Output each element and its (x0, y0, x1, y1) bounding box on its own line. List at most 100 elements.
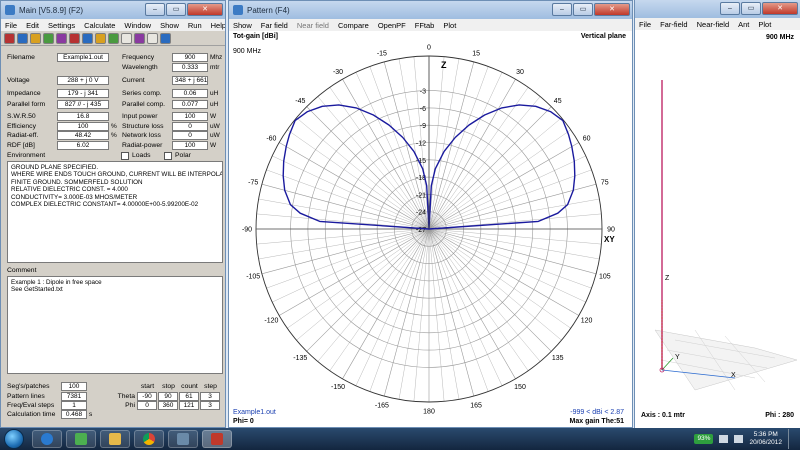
taskbar-chrome-icon[interactable] (134, 430, 164, 448)
loads-row[interactable]: Loads (121, 151, 151, 160)
sweep-icon[interactable] (82, 32, 93, 44)
main-titlebar[interactable]: Main [V5.8.9] (F2) – ▭ ✕ (1, 1, 225, 19)
field-value[interactable]: 0.06 (172, 89, 208, 98)
volume-icon[interactable] (734, 435, 744, 443)
geo-titlebar[interactable]: – ▭ ✕ (635, 0, 800, 18)
geo-menu-near-field[interactable]: Near-field (697, 20, 730, 29)
polar-checkbox[interactable] (164, 151, 172, 160)
field-value[interactable]: 348 + j 661 mA (172, 76, 208, 85)
field-value[interactable]: 900 (172, 53, 208, 62)
polar-row[interactable]: Polar (164, 151, 191, 160)
sweep-cell[interactable]: 121 (179, 401, 199, 410)
loads-checkbox[interactable] (121, 151, 129, 160)
geo-maximize-button[interactable]: ▭ (741, 2, 761, 15)
stat-value[interactable]: 100 (61, 382, 87, 391)
geo-minimize-button[interactable]: – (720, 2, 740, 15)
geometry-icon[interactable] (43, 32, 54, 44)
field-value[interactable]: Example1.out (57, 53, 109, 62)
geo-close-button[interactable]: ✕ (762, 2, 798, 15)
sweep-cell[interactable]: 360 (158, 401, 178, 410)
pattern-filename: Example1.out (233, 409, 276, 416)
edit-icon[interactable] (30, 32, 41, 44)
pattern-menu-openpf[interactable]: OpenPF (378, 21, 406, 30)
menu-calculate[interactable]: Calculate (84, 21, 115, 30)
menu-settings[interactable]: Settings (48, 21, 75, 30)
sweep-cell[interactable]: 0 (137, 401, 157, 410)
geo-menu-file[interactable]: File (639, 20, 651, 29)
pattern-menu-plot[interactable]: Plot (443, 21, 456, 30)
field-value[interactable]: 179 - j 341 (57, 89, 109, 98)
field-value[interactable]: 6.02 (57, 141, 109, 150)
stat-value[interactable]: 1 (61, 401, 87, 410)
help-icon[interactable] (160, 32, 171, 44)
run-icon[interactable] (56, 32, 67, 44)
sweep-cell[interactable]: 3 (200, 392, 220, 401)
taskbar-antenna-app-icon[interactable] (202, 430, 232, 448)
menu-help[interactable]: Help (211, 21, 225, 30)
taskbar-explorer-icon[interactable] (168, 430, 198, 448)
environment-text[interactable]: GROUND PLANE SPECIFIED. WHERE WIRE ENDS T… (7, 161, 223, 263)
show-desktop-button[interactable] (788, 429, 796, 449)
open-file-icon[interactable] (4, 32, 15, 44)
geometry-view[interactable] (635, 30, 800, 428)
pattern-titlebar[interactable]: Pattern (F4) – ▭ ✕ (229, 1, 632, 19)
field-unit: uW (210, 132, 220, 139)
field-value[interactable]: 0 (172, 131, 208, 140)
field-value[interactable]: 0.333 (172, 63, 208, 72)
pattern-minimize-button[interactable]: – (552, 3, 572, 16)
field-value[interactable]: 100 (172, 141, 208, 150)
field-value[interactable]: 288 + j 0 V (57, 76, 109, 85)
stat-value[interactable]: 0.468 (61, 410, 87, 419)
geo-menu-plot[interactable]: Plot (758, 20, 771, 29)
sweep-cell[interactable]: -90 (137, 392, 157, 401)
field-value[interactable]: 0.077 (172, 100, 208, 109)
minimize-button[interactable]: – (145, 3, 165, 16)
battery-indicator[interactable]: 93% (694, 434, 714, 444)
pattern-menu-near-field[interactable]: Near field (297, 21, 329, 30)
pattern-menu-far-field[interactable]: Far field (261, 21, 288, 30)
taskbar-ie-icon[interactable] (32, 430, 62, 448)
geo-axis-y: Y (675, 354, 680, 361)
menu-edit[interactable]: Edit (26, 21, 39, 30)
field-value[interactable]: 48.42 (57, 131, 109, 140)
sweep-cell[interactable]: 90 (158, 392, 178, 401)
pattern-menu-show[interactable]: Show (233, 21, 252, 30)
geo-menu-ant[interactable]: Ant (738, 20, 749, 29)
menu-run[interactable]: Run (188, 21, 202, 30)
menu-file[interactable]: File (5, 21, 17, 30)
maximize-button[interactable]: ▭ (166, 3, 186, 16)
start-button[interactable] (4, 429, 24, 449)
menu-window[interactable]: Window (124, 21, 151, 30)
field-value[interactable]: 827 // - j 435 (57, 100, 109, 109)
sweep-cell[interactable]: 3 (200, 401, 220, 410)
smith-icon[interactable] (95, 32, 106, 44)
pattern-menu-fftab[interactable]: FFtab (415, 21, 435, 30)
close-button[interactable]: ✕ (187, 3, 223, 16)
sweep-cell[interactable]: 61 (179, 392, 199, 401)
nec-icon[interactable] (108, 32, 119, 44)
field-value[interactable]: 16.8 (57, 112, 109, 121)
settings-icon[interactable] (121, 32, 132, 44)
pattern-menu-compare[interactable]: Compare (338, 21, 369, 30)
field-value[interactable]: 0 (172, 122, 208, 131)
pattern-maximize-button[interactable]: ▭ (573, 3, 593, 16)
geo-menu-far-field[interactable]: Far-field (660, 20, 688, 29)
comment-text[interactable]: Example 1 : Dipole in free space See GetS… (7, 276, 223, 374)
field-value[interactable]: 100 (172, 112, 208, 121)
menu-show[interactable]: Show (160, 21, 179, 30)
optimize-icon[interactable] (134, 32, 145, 44)
field-label: Structure loss (122, 123, 164, 130)
field-label: Voltage (7, 77, 30, 84)
clock[interactable]: 5:36 PM 20/06/2012 (749, 431, 782, 447)
taskbar-network-icon[interactable] (66, 430, 96, 448)
taskbar-folder-icon[interactable] (100, 430, 130, 448)
pattern-close-button[interactable]: ✕ (594, 3, 630, 16)
calc-icon[interactable] (147, 32, 158, 44)
stat-value[interactable]: 7381 (61, 392, 87, 401)
network-tray-icon[interactable] (719, 435, 729, 443)
pattern-icon[interactable] (69, 32, 80, 44)
field-value[interactable]: 100 (57, 122, 109, 131)
pattern-canvas[interactable]: -3 -6 -9 -12 -15 -18 -21 -24 -27 0 15 30 45 60 75 90 105… (229, 31, 632, 427)
save-file-icon[interactable] (17, 32, 28, 44)
sweep-header: count (181, 383, 198, 390)
